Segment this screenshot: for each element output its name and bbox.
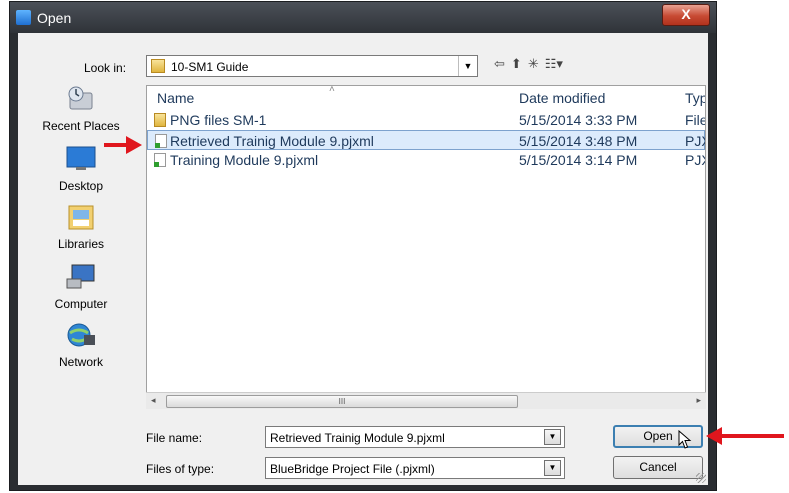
file-name-value: Retrieved Trainig Module 9.pjxml	[270, 431, 445, 445]
place-desktop[interactable]: Desktop	[20, 145, 142, 193]
look-in-label: Look in:	[84, 61, 127, 75]
computer-icon	[66, 264, 95, 289]
scroll-thumb[interactable]: III	[166, 395, 518, 408]
place-label: Libraries	[57, 237, 105, 251]
place-network[interactable]: Network	[20, 321, 142, 369]
column-type[interactable]: Typ	[685, 90, 705, 106]
place-label: Recent Places	[42, 119, 120, 133]
back-icon[interactable]: ⇦	[494, 56, 505, 72]
look-in-dropdown[interactable]: 10-SM1 Guide ▼	[146, 55, 478, 77]
folder-icon	[151, 59, 165, 73]
place-label: Network	[58, 355, 103, 369]
app-icon	[16, 10, 31, 25]
file-list: Name ˄ Date modified Typ PNG files SM-1 …	[146, 85, 706, 407]
place-label: Desktop	[58, 179, 104, 193]
annotation-arrow-right	[104, 136, 142, 154]
file-icon	[154, 153, 166, 167]
file-row[interactable]: PNG files SM-1 5/15/2014 3:33 PM File	[147, 110, 705, 130]
network-icon	[67, 323, 95, 347]
scroll-left-icon[interactable]: ◂	[151, 395, 156, 406]
place-recent-places[interactable]: Recent Places	[20, 85, 142, 133]
desktop-icon	[66, 146, 96, 170]
file-type: PJX	[685, 133, 705, 149]
file-icon	[155, 134, 167, 148]
column-name[interactable]: Name	[157, 90, 194, 106]
column-header: Name ˄ Date modified Typ	[147, 86, 705, 108]
open-dialog: Open X Look in: 10-SM1 Guide ▼ ⇦ ⬆ ✳ ☷▾ …	[9, 1, 717, 491]
new-folder-icon[interactable]: ✳	[528, 56, 539, 72]
file-type-select[interactable]: BlueBridge Project File (.pjxml) ▼	[265, 457, 565, 479]
place-libraries[interactable]: Libraries	[20, 203, 142, 251]
file-date: 5/15/2014 3:33 PM	[519, 112, 638, 128]
file-type: PJX	[685, 152, 705, 168]
folder-icon	[154, 113, 166, 127]
resize-grip[interactable]	[696, 473, 706, 483]
scroll-right-icon[interactable]: ▸	[696, 395, 701, 406]
cancel-button[interactable]: Cancel	[613, 456, 703, 479]
close-button[interactable]: X	[662, 4, 710, 26]
file-name: Training Module 9.pjxml	[170, 152, 319, 168]
views-menu-icon[interactable]: ☷▾	[545, 56, 563, 72]
file-row[interactable]: Training Module 9.pjxml 5/15/2014 3:14 P…	[147, 150, 705, 170]
look-in-value: 10-SM1 Guide	[171, 60, 249, 74]
annotation-arrow-left	[706, 427, 784, 445]
place-label: Computer	[54, 297, 108, 311]
chevron-down-icon[interactable]: ▼	[458, 56, 477, 76]
file-type: File	[685, 112, 706, 128]
file-name-label: File name:	[146, 431, 203, 445]
horizontal-scrollbar[interactable]: ◂ III ▸	[146, 392, 706, 409]
recent-places-icon	[68, 86, 93, 110]
chevron-down-icon[interactable]: ▼	[544, 429, 561, 445]
file-date: 5/15/2014 3:48 PM	[519, 133, 638, 149]
file-name: Retrieved Trainig Module 9.pjxml	[170, 133, 374, 149]
sort-ascending-icon: ˄	[329, 85, 335, 95]
toolbar: ⇦ ⬆ ✳ ☷▾	[494, 55, 563, 73]
chevron-down-icon[interactable]: ▼	[544, 460, 561, 476]
file-date: 5/15/2014 3:14 PM	[519, 152, 638, 168]
places-bar: Recent Places Desktop Libraries Computer…	[20, 85, 142, 405]
file-name-input[interactable]: Retrieved Trainig Module 9.pjxml ▼	[265, 426, 565, 448]
place-computer[interactable]: Computer	[20, 263, 142, 311]
file-name: PNG files SM-1	[170, 112, 267, 128]
file-type-label: Files of type:	[146, 462, 215, 476]
dialog-body: Look in: 10-SM1 Guide ▼ ⇦ ⬆ ✳ ☷▾ Recent …	[18, 33, 708, 485]
mouse-cursor-icon	[678, 430, 692, 449]
title-bar[interactable]: Open X	[10, 2, 716, 33]
file-row-selected[interactable]: Retrieved Trainig Module 9.pjxml 5/15/20…	[147, 130, 705, 150]
window-title: Open	[37, 10, 72, 26]
libraries-icon	[68, 205, 94, 230]
file-type-value: BlueBridge Project File (.pjxml)	[270, 462, 435, 476]
column-date-modified[interactable]: Date modified	[519, 90, 605, 106]
up-folder-icon[interactable]: ⬆	[511, 56, 522, 72]
